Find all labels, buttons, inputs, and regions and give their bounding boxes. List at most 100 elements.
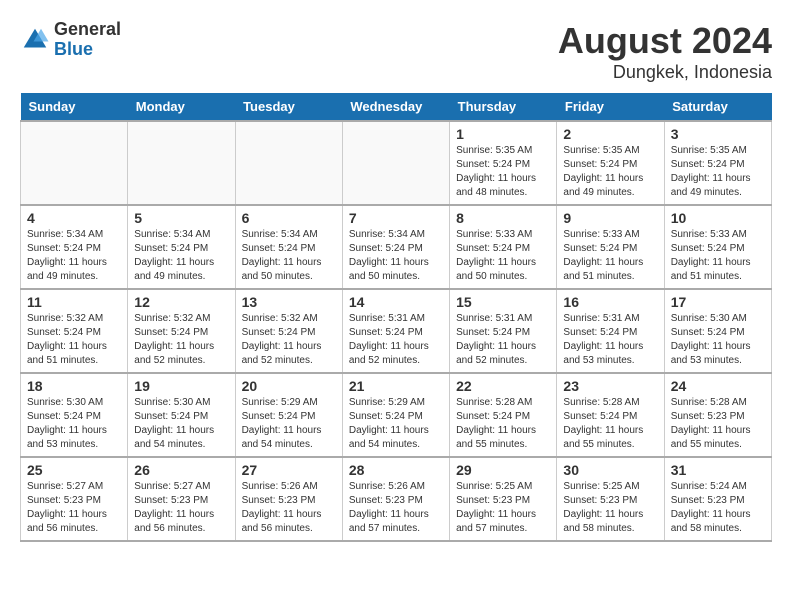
day-info: Sunrise: 5:25 AM Sunset: 5:23 PM Dayligh… xyxy=(456,480,550,536)
day-number: 22 xyxy=(456,378,550,394)
day-number: 23 xyxy=(563,378,657,394)
page-header: General Blue August 2024 Dungkek, Indone… xyxy=(20,20,772,83)
logo-text: General Blue xyxy=(54,20,121,60)
logo: General Blue xyxy=(20,20,121,60)
calendar-week-row: 1Sunrise: 5:35 AM Sunset: 5:24 PM Daylig… xyxy=(21,121,772,205)
day-number: 11 xyxy=(27,294,121,310)
calendar-cell: 15 Sunrise: 5:31 AM Sunset: 5:24 PM Dayli… xyxy=(450,289,557,373)
day-number: 2 xyxy=(563,126,657,142)
day-info: Sunrise: 5:31 AM Sunset: 5:24 PM Dayligh… xyxy=(349,312,443,368)
day-info: Sunrise: 5:33 AM Sunset: 5:24 PM Dayligh… xyxy=(456,228,550,284)
day-info: Sunrise: 5:30 AM Sunset: 5:24 PM Dayligh… xyxy=(27,396,121,452)
calendar-cell: 22 Sunrise: 5:28 AM Sunset: 5:24 PM Dayli… xyxy=(450,373,557,457)
calendar-cell: 24Sunrise: 5:28 AM Sunset: 5:23 PM Dayli… xyxy=(664,373,771,457)
day-info: Sunrise: 5:32 AM Sunset: 5:24 PM Dayligh… xyxy=(242,312,336,368)
calendar-cell: 7 Sunrise: 5:34 AM Sunset: 5:24 PM Daylig… xyxy=(342,205,449,289)
calendar-cell: 29Sunrise: 5:25 AM Sunset: 5:23 PM Dayli… xyxy=(450,457,557,541)
day-number: 14 xyxy=(349,294,443,310)
day-info: Sunrise: 5:33 AM Sunset: 5:24 PM Dayligh… xyxy=(671,228,765,284)
day-number: 30 xyxy=(563,462,657,478)
calendar-cell: 26Sunrise: 5:27 AM Sunset: 5:23 PM Dayli… xyxy=(128,457,235,541)
calendar-week-row: 4 Sunrise: 5:34 AM Sunset: 5:24 PM Daylig… xyxy=(21,205,772,289)
calendar-day-header: Friday xyxy=(557,93,664,121)
page-title: August 2024 xyxy=(558,20,772,62)
calendar-week-row: 11 Sunrise: 5:32 AM Sunset: 5:24 PM Dayli… xyxy=(21,289,772,373)
day-info: Sunrise: 5:31 AM Sunset: 5:24 PM Dayligh… xyxy=(563,312,657,368)
day-number: 12 xyxy=(134,294,228,310)
calendar-cell: 9Sunrise: 5:33 AM Sunset: 5:24 PM Daylig… xyxy=(557,205,664,289)
calendar-day-header: Monday xyxy=(128,93,235,121)
day-info: Sunrise: 5:24 AM Sunset: 5:23 PM Dayligh… xyxy=(671,480,765,536)
day-number: 5 xyxy=(134,210,228,226)
day-number: 9 xyxy=(563,210,657,226)
calendar-day-header: Tuesday xyxy=(235,93,342,121)
logo-blue: Blue xyxy=(54,40,121,60)
day-info: Sunrise: 5:34 AM Sunset: 5:24 PM Dayligh… xyxy=(349,228,443,284)
day-number: 6 xyxy=(242,210,336,226)
calendar-week-row: 18 Sunrise: 5:30 AM Sunset: 5:24 PM Dayli… xyxy=(21,373,772,457)
day-info: Sunrise: 5:27 AM Sunset: 5:23 PM Dayligh… xyxy=(27,480,121,536)
calendar-cell: 13 Sunrise: 5:32 AM Sunset: 5:24 PM Dayli… xyxy=(235,289,342,373)
day-number: 25 xyxy=(27,462,121,478)
calendar-cell: 2 Sunrise: 5:35 AM Sunset: 5:24 PM Daylig… xyxy=(557,121,664,205)
day-number: 27 xyxy=(242,462,336,478)
calendar-cell: 28 Sunrise: 5:26 AM Sunset: 5:23 PM Dayli… xyxy=(342,457,449,541)
calendar-cell xyxy=(235,121,342,205)
day-info: Sunrise: 5:35 AM Sunset: 5:24 PM Dayligh… xyxy=(671,144,765,200)
calendar-cell: 31 Sunrise: 5:24 AM Sunset: 5:23 PM Dayli… xyxy=(664,457,771,541)
day-info: Sunrise: 5:34 AM Sunset: 5:24 PM Dayligh… xyxy=(27,228,121,284)
calendar-cell: 5Sunrise: 5:34 AM Sunset: 5:24 PM Daylig… xyxy=(128,205,235,289)
day-info: Sunrise: 5:35 AM Sunset: 5:24 PM Dayligh… xyxy=(563,144,657,200)
day-number: 20 xyxy=(242,378,336,394)
day-number: 8 xyxy=(456,210,550,226)
day-number: 4 xyxy=(27,210,121,226)
calendar-cell: 16Sunrise: 5:31 AM Sunset: 5:24 PM Dayli… xyxy=(557,289,664,373)
calendar-day-header: Saturday xyxy=(664,93,771,121)
calendar-cell: 14 Sunrise: 5:31 AM Sunset: 5:24 PM Dayli… xyxy=(342,289,449,373)
day-info: Sunrise: 5:35 AM Sunset: 5:24 PM Dayligh… xyxy=(456,144,550,200)
day-info: Sunrise: 5:32 AM Sunset: 5:24 PM Dayligh… xyxy=(27,312,121,368)
day-info: Sunrise: 5:30 AM Sunset: 5:24 PM Dayligh… xyxy=(671,312,765,368)
day-info: Sunrise: 5:26 AM Sunset: 5:23 PM Dayligh… xyxy=(349,480,443,536)
calendar-day-header: Sunday xyxy=(21,93,128,121)
day-number: 13 xyxy=(242,294,336,310)
day-number: 15 xyxy=(456,294,550,310)
calendar-cell: 30Sunrise: 5:25 AM Sunset: 5:23 PM Dayli… xyxy=(557,457,664,541)
day-info: Sunrise: 5:34 AM Sunset: 5:24 PM Dayligh… xyxy=(242,228,336,284)
logo-icon xyxy=(20,25,50,55)
calendar-cell: 19Sunrise: 5:30 AM Sunset: 5:24 PM Dayli… xyxy=(128,373,235,457)
calendar-cell xyxy=(128,121,235,205)
day-number: 17 xyxy=(671,294,765,310)
calendar-cell: 10 Sunrise: 5:33 AM Sunset: 5:24 PM Dayli… xyxy=(664,205,771,289)
calendar-day-header: Thursday xyxy=(450,93,557,121)
calendar-table: SundayMondayTuesdayWednesdayThursdayFrid… xyxy=(20,93,772,542)
calendar-cell: 21 Sunrise: 5:29 AM Sunset: 5:24 PM Dayli… xyxy=(342,373,449,457)
calendar-cell: 12 Sunrise: 5:32 AM Sunset: 5:24 PM Dayli… xyxy=(128,289,235,373)
day-number: 31 xyxy=(671,462,765,478)
calendar-header-row: SundayMondayTuesdayWednesdayThursdayFrid… xyxy=(21,93,772,121)
calendar-day-header: Wednesday xyxy=(342,93,449,121)
day-number: 19 xyxy=(134,378,228,394)
calendar-cell: 1Sunrise: 5:35 AM Sunset: 5:24 PM Daylig… xyxy=(450,121,557,205)
day-info: Sunrise: 5:26 AM Sunset: 5:23 PM Dayligh… xyxy=(242,480,336,536)
calendar-cell xyxy=(342,121,449,205)
day-number: 28 xyxy=(349,462,443,478)
day-info: Sunrise: 5:31 AM Sunset: 5:24 PM Dayligh… xyxy=(456,312,550,368)
calendar-cell: 25 Sunrise: 5:27 AM Sunset: 5:23 PM Dayli… xyxy=(21,457,128,541)
calendar-cell: 8 Sunrise: 5:33 AM Sunset: 5:24 PM Daylig… xyxy=(450,205,557,289)
day-number: 21 xyxy=(349,378,443,394)
day-info: Sunrise: 5:29 AM Sunset: 5:24 PM Dayligh… xyxy=(349,396,443,452)
calendar-cell: 23 Sunrise: 5:28 AM Sunset: 5:24 PM Dayli… xyxy=(557,373,664,457)
calendar-week-row: 25 Sunrise: 5:27 AM Sunset: 5:23 PM Dayli… xyxy=(21,457,772,541)
day-info: Sunrise: 5:28 AM Sunset: 5:24 PM Dayligh… xyxy=(456,396,550,452)
calendar-cell: 17 Sunrise: 5:30 AM Sunset: 5:24 PM Dayli… xyxy=(664,289,771,373)
day-info: Sunrise: 5:28 AM Sunset: 5:24 PM Dayligh… xyxy=(563,396,657,452)
day-number: 3 xyxy=(671,126,765,142)
calendar-cell xyxy=(21,121,128,205)
day-number: 18 xyxy=(27,378,121,394)
day-info: Sunrise: 5:32 AM Sunset: 5:24 PM Dayligh… xyxy=(134,312,228,368)
calendar-cell: 6 Sunrise: 5:34 AM Sunset: 5:24 PM Daylig… xyxy=(235,205,342,289)
calendar-cell: 4 Sunrise: 5:34 AM Sunset: 5:24 PM Daylig… xyxy=(21,205,128,289)
day-number: 7 xyxy=(349,210,443,226)
day-number: 10 xyxy=(671,210,765,226)
